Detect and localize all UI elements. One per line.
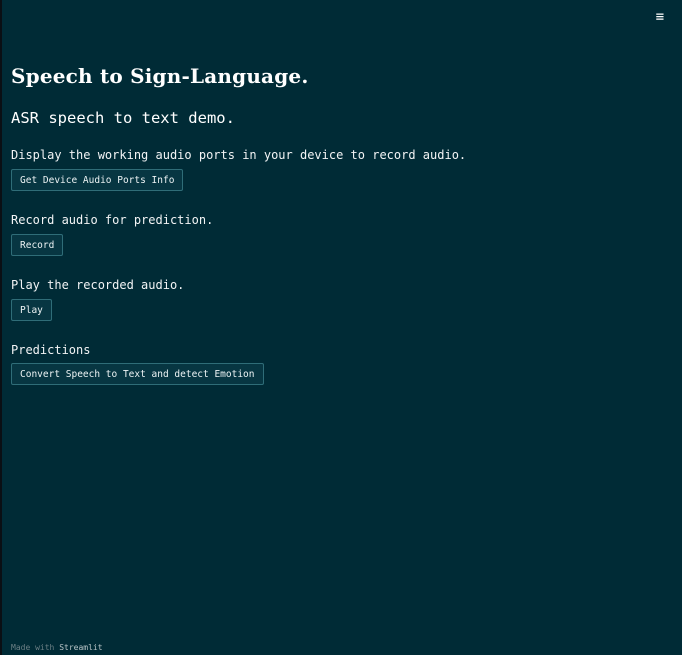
footer: Made with Streamlit — [11, 643, 103, 652]
page-subtitle: ASR speech to text demo. — [11, 109, 235, 127]
hamburger-menu-icon: ≡ — [655, 9, 665, 25]
record-description: Record audio for prediction. — [11, 213, 214, 227]
play-button[interactable]: Play — [11, 299, 52, 321]
convert-speech-button[interactable]: Convert Speech to Text and detect Emotio… — [11, 363, 264, 385]
footer-prefix: Made with — [11, 643, 55, 652]
get-device-audio-ports-button[interactable]: Get Device Audio Ports Info — [11, 169, 184, 191]
page-title: Speech to Sign-Language. — [11, 64, 309, 88]
main-menu-button[interactable]: ≡ — [652, 9, 668, 25]
record-button[interactable]: Record — [11, 234, 64, 256]
audio-ports-description: Display the working audio ports in your … — [11, 148, 467, 162]
streamlit-link[interactable]: Streamlit — [59, 643, 102, 652]
window-left-border — [0, 0, 2, 655]
play-description: Play the recorded audio. — [11, 278, 185, 292]
predictions-heading: Predictions — [11, 343, 91, 357]
